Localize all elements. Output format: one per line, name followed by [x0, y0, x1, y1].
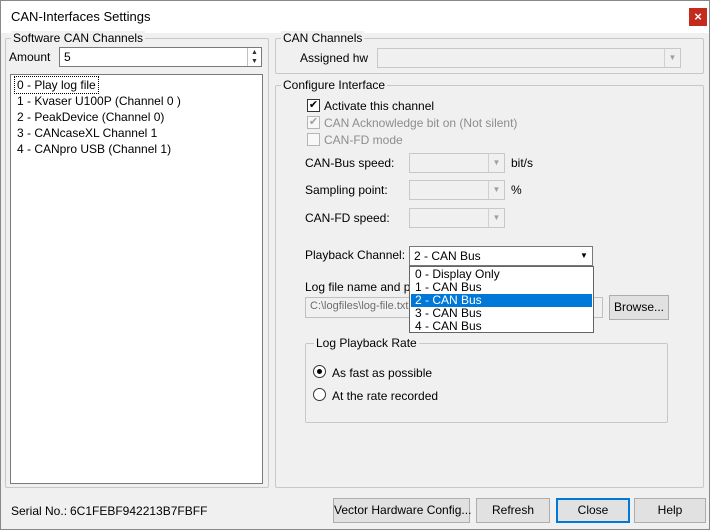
serial-number-label: Serial No.:	[11, 504, 68, 518]
activate-channel-checkbox[interactable]: ✔	[307, 99, 320, 112]
list-item[interactable]: 1 - Kvaser U100P (Channel 0 )	[15, 93, 183, 109]
vector-hardware-config-button[interactable]: Vector Hardware Config...	[333, 498, 471, 523]
sampling-point-unit: %	[511, 183, 522, 197]
amount-spin-down-icon[interactable]: ▼	[247, 57, 261, 66]
sampling-point-label: Sampling point:	[305, 183, 388, 197]
as-fast-as-possible-radio[interactable]	[313, 365, 326, 378]
amount-spin-up-icon[interactable]: ▲	[247, 48, 261, 57]
list-item[interactable]: 0 - Play log file	[14, 76, 99, 94]
can-channels-legend: CAN Channels	[281, 31, 365, 45]
log-playback-rate-group	[305, 343, 668, 423]
title-bar: CAN-Interfaces Settings ×	[1, 1, 709, 33]
can-fd-mode-label: CAN-FD mode	[324, 133, 403, 147]
can-bus-speed-unit: bit/s	[511, 156, 534, 170]
can-fd-speed-select[interactable]: ▼	[409, 208, 505, 228]
amount-spin-input[interactable]: 5	[59, 47, 262, 67]
assigned-hw-select[interactable]: ▼	[377, 48, 681, 68]
playback-channel-label: Playback Channel:	[305, 248, 406, 262]
log-file-path-value: C:\logfiles\log-file.txt	[310, 300, 409, 312]
log-file-label: Log file name and pat	[305, 280, 421, 294]
dropdown-option[interactable]: 4 - CAN Bus	[411, 320, 592, 333]
radio-selected-dot	[317, 369, 322, 374]
can-acknowledge-label: CAN Acknowledge bit on (Not silent)	[324, 116, 518, 130]
playback-channel-dropdown-list[interactable]: 0 - Display Only 1 - CAN Bus 2 - CAN Bus…	[409, 266, 594, 333]
as-fast-as-possible-label: As fast as possible	[332, 366, 433, 380]
chevron-down-icon: ▼	[488, 181, 504, 199]
amount-value: 5	[64, 50, 71, 64]
assigned-hw-label: Assigned hw	[300, 51, 369, 65]
software-can-channels-legend: Software CAN Channels	[11, 31, 146, 45]
can-bus-speed-select[interactable]: ▼	[409, 153, 505, 173]
playback-channel-value: 2 - CAN Bus	[414, 249, 481, 263]
chevron-down-icon[interactable]: ▼	[576, 247, 592, 265]
close-window-icon[interactable]: ×	[689, 8, 707, 26]
configure-interface-legend: Configure Interface	[281, 78, 388, 92]
serial-number-value: 6C1FEBF942213B7FBFF	[70, 504, 208, 518]
sampling-point-select[interactable]: ▼	[409, 180, 505, 200]
can-fd-mode-checkbox[interactable]	[307, 133, 320, 146]
window-title: CAN-Interfaces Settings	[11, 9, 151, 24]
dialog-window: CAN-Interfaces Settings × Software CAN C…	[0, 0, 710, 530]
list-item[interactable]: 4 - CANpro USB (Channel 1)	[15, 141, 173, 157]
help-button[interactable]: Help	[634, 498, 706, 523]
activate-channel-label: Activate this channel	[324, 99, 435, 113]
playback-channel-select[interactable]: 2 - CAN Bus ▼	[409, 246, 593, 266]
close-button[interactable]: Close	[556, 498, 630, 523]
log-playback-rate-legend: Log Playback Rate	[314, 336, 419, 350]
can-bus-speed-label: CAN-Bus speed:	[305, 156, 395, 170]
refresh-button[interactable]: Refresh	[476, 498, 550, 523]
at-rate-recorded-radio[interactable]	[313, 388, 326, 401]
at-rate-recorded-label: At the rate recorded	[332, 389, 439, 403]
can-acknowledge-checkbox[interactable]: ✔	[307, 116, 320, 129]
chevron-down-icon: ▼	[488, 209, 504, 227]
software-channel-list[interactable]: 0 - Play log file 1 - Kvaser U100P (Chan…	[10, 74, 263, 484]
browse-button[interactable]: Browse...	[609, 295, 669, 320]
can-fd-speed-label: CAN-FD speed:	[305, 211, 390, 225]
chevron-down-icon: ▼	[488, 154, 504, 172]
list-item[interactable]: 3 - CANcaseXL Channel 1	[15, 125, 159, 141]
list-item[interactable]: 2 - PeakDevice (Channel 0)	[15, 109, 166, 125]
chevron-down-icon: ▼	[664, 49, 680, 67]
amount-label: Amount	[9, 50, 51, 64]
